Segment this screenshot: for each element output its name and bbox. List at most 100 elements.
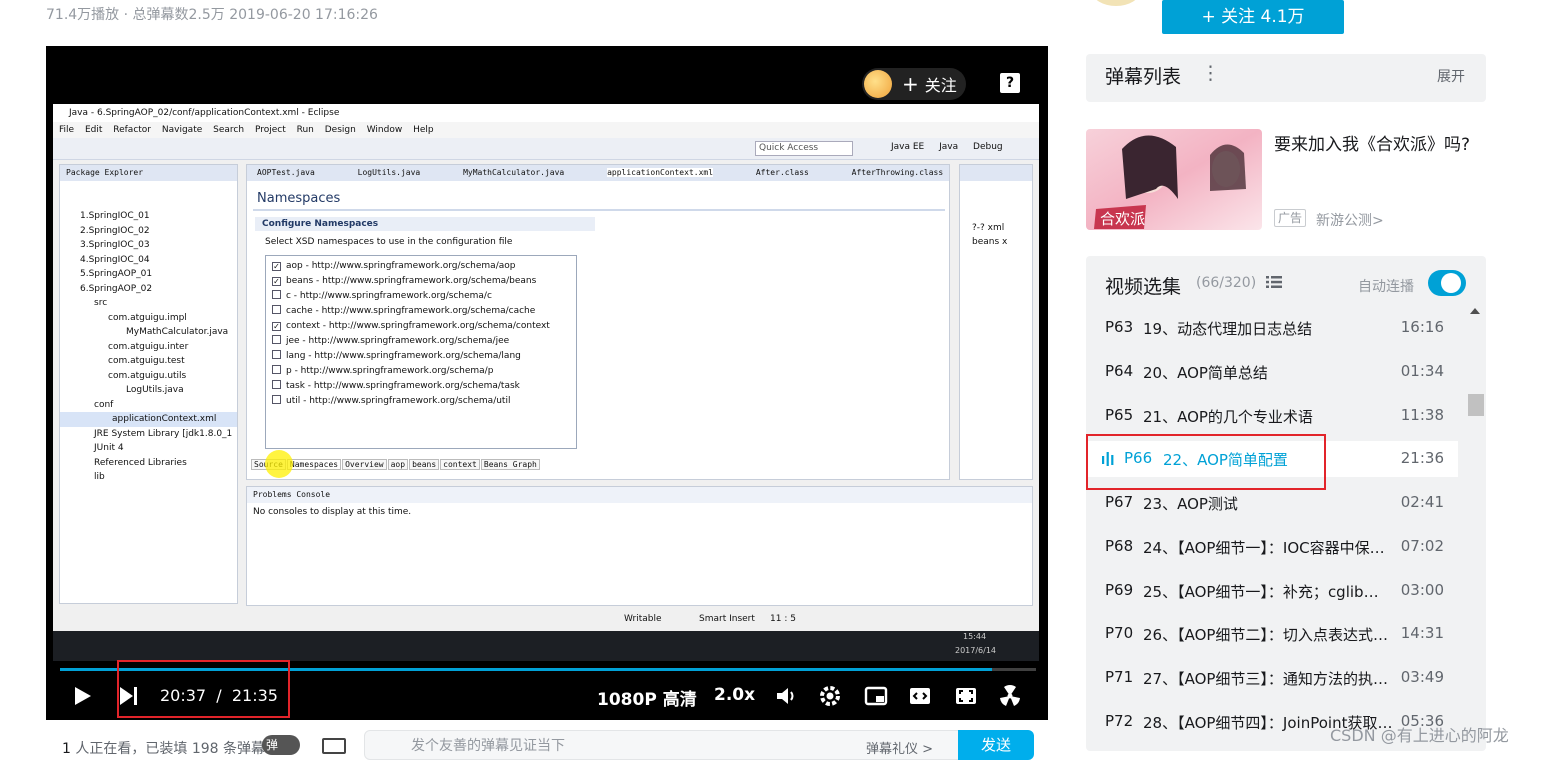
fullscreen-icon[interactable] [998,684,1022,708]
namespace-row: cache - http://www.springframework.org/s… [272,304,570,319]
playlist-scrollbar[interactable] [1466,300,1484,740]
tree-item: JUnit 4 [94,443,124,453]
tree-item: LogUtils.java [126,385,184,395]
episode-item[interactable]: P71 27、【AOP细节三】：通知方法的执… 03:49 [1086,660,1458,696]
settings-gear-icon[interactable] [818,684,842,708]
checkbox-icon [272,350,281,359]
ad-image[interactable]: 合欢派 [1086,129,1262,230]
episode-number: P70 [1105,624,1134,642]
episode-title: 27、【AOP细节三】：通知方法的执… [1143,670,1388,688]
speed-button[interactable]: 2.0x [714,685,755,705]
episode-item[interactable]: P64 20、AOP简单总结 01:34 [1086,354,1458,390]
quality-button[interactable]: 1080P 高清 [597,685,697,710]
tree-item: com.atguigu.inter [108,341,189,352]
eclipse-menu-item: Refactor [113,125,152,135]
csdn-watermark: CSDN @有上进心的阿龙 [1330,726,1509,745]
console-view: Problems Console No consoles to display … [246,486,1033,606]
episode-duration: 21:36 [1400,449,1444,467]
tree-item: 2.SpringIOC_02 [80,225,150,236]
eclipse-menu-item: Edit [84,125,103,135]
namespace-row: ✓ beans - http://www.springframework.org/… [272,274,570,289]
package-explorer-tab: Package Explorer [60,165,237,181]
episode-title: 26、【AOP细节二】：切入点表达式… [1143,626,1388,644]
uploader-avatar[interactable] [1092,0,1140,6]
viewer-count: 1 [62,741,71,757]
ad-badge: 广告 [1274,209,1307,227]
danmaku-etiquette-link[interactable]: 弹幕礼仪 > [866,738,933,757]
episode-item[interactable]: P70 26、【AOP细节二】：切入点表达式… 14:31 [1086,616,1458,652]
play-icon[interactable] [70,684,94,708]
eclipse-menu-item: Project [254,125,286,135]
bottom-tab: Beans Graph [480,459,540,470]
expand-button[interactable]: 展开 [1437,66,1465,86]
episode-item[interactable]: P69 25、【AOP细节一】：补充；cglib为… 03:00 [1086,573,1458,609]
status-writable: Writable [624,614,662,624]
package-tree: 1.SpringIOC_01 2.SpringIOC_02 3.SpringIO… [60,181,237,485]
danmaku-settings-icon[interactable] [322,738,346,754]
episode-item[interactable]: P68 24、【AOP细节一】：IOC容器中保… 07:02 [1086,529,1458,565]
namespace-row: util - http://www.springframework.org/sc… [272,394,570,409]
playlist-title: 视频选集 [1105,276,1182,298]
danmaku-toggle[interactable]: 弹 [262,735,300,755]
ad-image-logo-text: 合欢派 [1100,210,1145,228]
widescreen-icon[interactable] [908,684,932,708]
playlist-count: (66/320) [1196,275,1257,291]
episode-duration: 11:38 [1400,406,1444,424]
web-fullscreen-icon[interactable] [954,684,978,708]
send-button[interactable]: 发送 [958,730,1034,760]
eclipse-perspectives: Java EE Java Debug [891,142,1015,152]
perspective-java: Java [939,142,959,152]
eclipse-menu-item: Help [413,125,434,135]
video-meta: 71.4万播放 · 总弹幕数2.5万 2019-06-20 17:16:26 [46,7,378,23]
taskbar-date: 2017/6/14 [955,646,997,655]
picture-in-picture-icon[interactable] [864,684,888,708]
list-view-icon[interactable] [1266,275,1282,289]
help-icon[interactable]: ? [1000,73,1020,93]
overlay-follow-button[interactable]: + 关注 [862,68,966,100]
namespace-label: c - http://www.springframework.org/schem… [286,291,492,301]
eclipse-title: Java - 6.SpringAOP_02/conf/applicationCo… [53,104,1039,122]
episode-number: P72 [1105,712,1134,730]
editor-tab: After.class [755,168,809,177]
namespace-row: jee - http://www.springframework.org/sch… [272,334,570,349]
tree-item: 6.SpringAOP_02 [80,283,153,294]
ad-title[interactable]: 要来加入我《合欢派》吗? [1274,130,1470,155]
namespace-label: aop - http://www.springframework.org/sch… [286,261,516,271]
episode-item[interactable]: P63 19、动态代理加日志总结 16:16 [1086,310,1458,346]
namespace-row: p - http://www.springframework.org/schem… [272,364,570,379]
time-highlight-box [117,660,290,718]
perspective-java-ee: Java EE [891,142,925,152]
namespace-label: cache - http://www.springframework.org/s… [286,306,536,316]
editor-tabs: AOPTest.java LogUtils.java MyMathCalcula… [247,165,949,181]
viewer-stats: 1 人正在看，已装填 198 条弹幕 [62,738,265,758]
tree-item: lib [94,472,105,482]
episode-title: 20、AOP简单总结 [1143,364,1268,382]
danmaku-list-title: 弹幕列表 [1105,66,1182,88]
eclipse-menu-item: Navigate [161,125,203,135]
tree-item: MyMathCalculator.java [126,327,229,337]
ad-link[interactable]: 新游公测> [1316,210,1384,230]
tree-item-selected: applicationContext.xml [60,412,237,427]
namespace-label: lang - http://www.springframework.org/sc… [286,351,521,361]
playlist-scrollbar-thumb[interactable] [1468,394,1484,416]
volume-icon[interactable] [774,684,798,708]
episode-item[interactable]: P67 23、AOP测试 02:41 [1086,485,1458,521]
configure-namespaces-header: Configure Namespaces [255,217,595,231]
namespace-label: context - http://www.springframework.org… [286,321,550,331]
checked-checkbox-icon: ✓ [272,277,281,286]
more-icon[interactable]: ⋮ [1201,62,1220,84]
status-insert: Smart Insert [699,614,755,624]
episode-duration: 14:31 [1400,624,1444,642]
outline-tab [960,165,1032,181]
status-position: 11 : 5 [770,614,796,624]
windows-taskbar: 15:44 2017/6/14 [53,631,1039,661]
episode-number: P64 [1105,362,1134,380]
follow-button[interactable]: + 关注 4.1万 [1162,0,1344,34]
console-message: No consoles to display at this time. [253,507,412,517]
mouse-cursor-highlight [265,450,293,478]
taskbar-time: 15:44 [963,632,987,641]
eclipse-menu-item: File [59,125,75,135]
checkbox-icon [272,395,281,404]
bottom-tab: beans [409,459,440,470]
episode-item[interactable]: P65 21、AOP的几个专业术语 11:38 [1086,398,1458,434]
